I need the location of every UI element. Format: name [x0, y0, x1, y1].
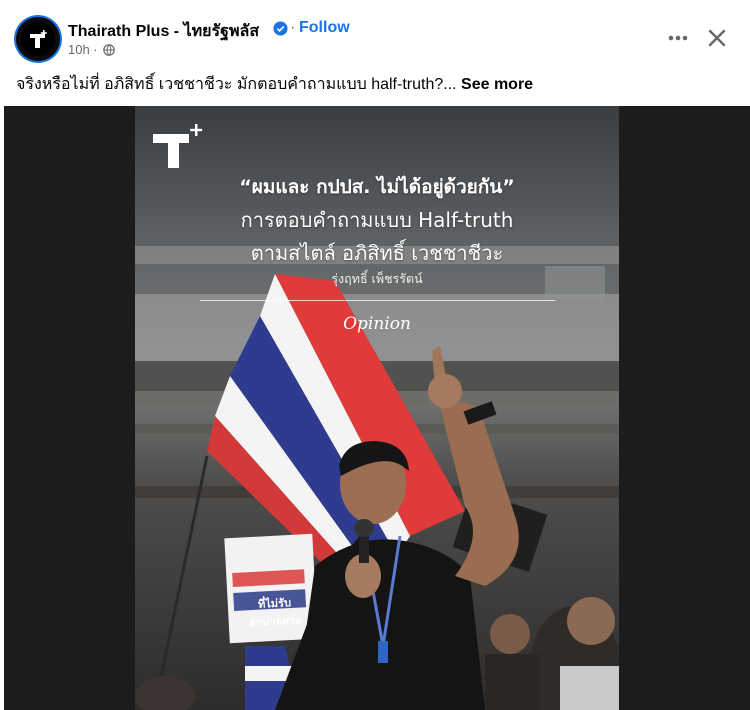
close-icon[interactable] — [706, 27, 728, 49]
separator-dot: · — [290, 19, 296, 36]
thairath-plus-logo — [153, 124, 203, 168]
avatar-logo — [21, 22, 55, 56]
post-image[interactable]: “ผมและ กปปส. ไม่ได้อยู่ด้วยกัน” การตอบคำ… — [135, 106, 619, 710]
caption-text: จริงหรือไม่ที่ อภิสิทธิ์ เวชชาชีวะ มักตอ… — [16, 76, 462, 93]
divider — [200, 300, 555, 301]
headline-quote: “ผมและ กปปส. ไม่ได้อยู่ด้วยกัน” — [239, 176, 515, 198]
page-avatar[interactable] — [16, 17, 60, 61]
headline-line-2: การตอบคำถามแบบ Half-truth — [240, 208, 514, 232]
more-options-icon[interactable] — [664, 26, 692, 50]
follow-button[interactable]: Follow — [299, 19, 350, 37]
post-time[interactable]: 10h · — [68, 42, 98, 57]
see-more-link[interactable]: See more — [461, 76, 533, 93]
headline-line-3: ตามสไตล์ อภิสิทธิ์ เวชชาชีวะ — [250, 241, 504, 265]
post-header: Thairath Plus - ไทยรัฐพลัส · Follow 10h … — [0, 0, 750, 70]
post-caption: จริงหรือไม่ที่ อภิสิทธิ์ เวชชาชีวะ มักตอ… — [16, 72, 533, 97]
verified-badge-icon — [273, 21, 288, 36]
globe-icon — [103, 44, 115, 56]
article-author: รุ่งฤทธิ์ เพ็ชรรัตน์ — [331, 271, 423, 286]
category-label: Opinion — [343, 314, 411, 334]
protest-sign-text: ที่ไม่รับ อำนาจศาล — [248, 596, 303, 630]
page-name[interactable]: Thairath Plus - ไทยรัฐพลัส — [68, 19, 259, 44]
